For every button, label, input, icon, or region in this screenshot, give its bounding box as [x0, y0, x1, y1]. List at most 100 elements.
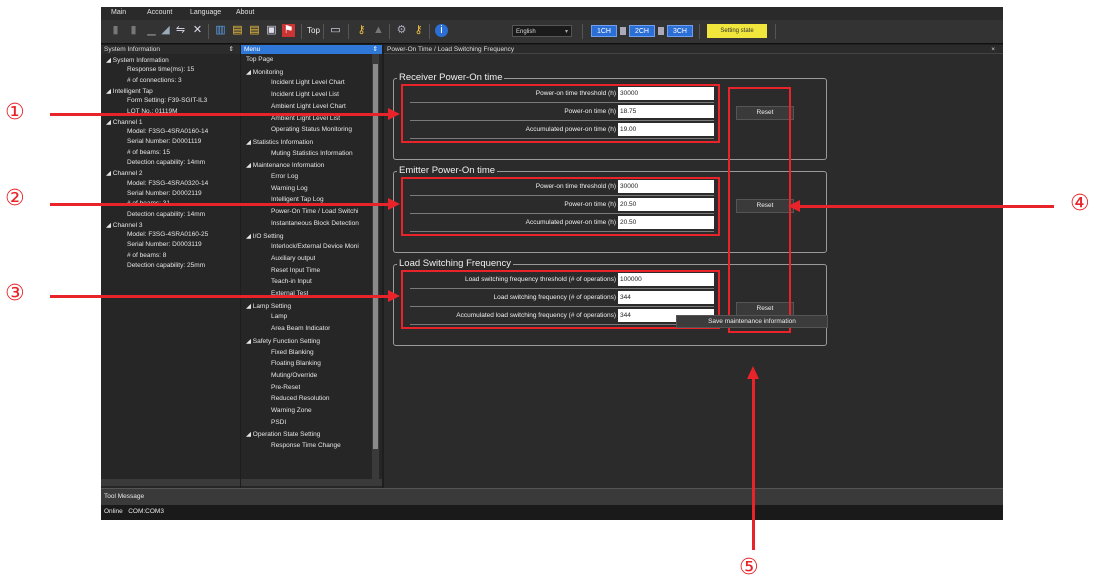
emergency-exit-icon[interactable]: ⚑	[282, 24, 295, 37]
menu-category[interactable]: ◢ Safety Function Setting	[246, 337, 320, 345]
menu-item[interactable]: Floating Blanking	[271, 360, 321, 367]
arrow-head-icon	[747, 366, 759, 379]
channel-1-button[interactable]: 1CH	[591, 25, 617, 37]
horizontal-scrollbar[interactable]	[101, 479, 240, 486]
menu-category[interactable]: ◢ Lamp Setting	[246, 302, 291, 310]
menu-category[interactable]: ◢ I/O Setting	[246, 232, 284, 240]
menu-item[interactable]: Ambient Light Level Chart	[271, 103, 346, 110]
monitor-icon[interactable]: ▭	[329, 24, 342, 37]
menu-item[interactable]: Teach-in Input	[271, 278, 312, 285]
system-info-line: Serial Number: D0003119	[127, 241, 202, 249]
arrow-head-icon	[388, 108, 400, 120]
system-info-line: ◢ Channel 2	[106, 170, 143, 178]
chevron-down-icon: ▾	[564, 29, 568, 35]
system-info-line: # of beams: 15	[127, 148, 170, 156]
menu-account[interactable]: Account	[147, 9, 172, 16]
window-icon[interactable]: ▣	[265, 24, 278, 37]
menu-item[interactable]: Reset Input Time	[271, 267, 320, 274]
arrow-head-icon	[788, 200, 800, 212]
menu-item[interactable]: Power-On Time / Load Switchi	[271, 208, 358, 215]
menu-item[interactable]: Area Beam Indicator	[271, 325, 330, 332]
menu-item[interactable]: Reduced Resolution	[271, 395, 330, 402]
menu-panel: Menu ⇕ Top Page ◢ Monitoring Incident Ligh…	[241, 45, 382, 488]
system-info-line: Detection capability: 14mm	[127, 159, 206, 166]
system-info-line: ◢ Channel 1	[106, 118, 143, 126]
system-info-line: ◢ Channel 3	[106, 221, 143, 229]
top-page-button[interactable]: Top	[307, 26, 320, 35]
scrollbar-thumb[interactable]	[373, 64, 378, 449]
channel-link-icon	[658, 27, 664, 35]
highlight-box	[401, 84, 720, 143]
connect-icon[interactable]: ◢	[159, 24, 172, 37]
menu-item[interactable]: Fixed Blanking	[271, 349, 314, 356]
menu-item[interactable]: Lamp	[271, 313, 287, 320]
document-icon[interactable]: ▤	[248, 24, 261, 37]
menu-item[interactable]: Muting/Override	[271, 372, 317, 379]
menu-category[interactable]: ◢ Monitoring	[246, 68, 283, 76]
system-info-line: Serial Number: D0001119	[127, 138, 202, 146]
callout-number: ④	[1070, 191, 1090, 216]
menu-category[interactable]: ◢ Operation State Setting	[246, 430, 320, 438]
report-icon[interactable]: ▤	[231, 24, 244, 37]
toolbar-separator	[429, 24, 430, 39]
upload-icon[interactable]: ▁	[145, 24, 158, 37]
menu-main[interactable]: Main	[111, 9, 126, 16]
system-info-line: Response time(ms): 15	[127, 66, 195, 74]
highlight-box	[401, 270, 720, 329]
chart-icon[interactable]: ▥	[214, 24, 227, 37]
toolbar-separator	[348, 24, 349, 39]
callout-number: ⑤	[739, 555, 759, 580]
menu-about[interactable]: About	[236, 9, 254, 16]
device-icon[interactable]: ⇋	[174, 24, 187, 37]
system-info-line: Serial Number: D0002119	[127, 189, 202, 197]
toolbar-separator	[208, 24, 209, 39]
menu-item[interactable]: Warning Log	[271, 185, 308, 192]
highlight-box	[401, 177, 720, 236]
info-icon[interactable]: i	[435, 24, 448, 37]
key-icon[interactable]: ⚷	[355, 24, 368, 37]
menu-item[interactable]: Warning Zone	[271, 407, 312, 414]
horizontal-scrollbar[interactable]	[241, 479, 382, 486]
channel-2-button[interactable]: 2CH	[629, 25, 655, 37]
app-window: Main Account Language About ▮ ▮ ▁ ◢ ⇋ ✕ …	[101, 7, 1003, 520]
menu-item[interactable]: Interlock/External Device Moni	[271, 243, 359, 250]
open-file-icon[interactable]: ▮	[109, 24, 122, 37]
vertical-scrollbar[interactable]	[372, 54, 379, 479]
callout-arrow-line	[50, 203, 390, 206]
pin-icon[interactable]: ⇕	[229, 45, 234, 54]
menu-item[interactable]: Instantaneous Block Detection	[271, 220, 359, 227]
group-title: Receiver Power-On time	[397, 72, 505, 83]
menu-item[interactable]: Muting Statistics Information	[271, 150, 353, 157]
setting-state-button[interactable]: Setting state	[707, 24, 767, 38]
pin-icon[interactable]: ⇕	[373, 45, 378, 54]
toolbar-separator	[582, 24, 583, 39]
language-select[interactable]: English ▾	[512, 25, 572, 37]
menu-item[interactable]: Error Log	[271, 173, 298, 180]
password-key-icon[interactable]: ⚷	[412, 24, 425, 37]
tool-message-bar: Tool Message	[101, 488, 1003, 506]
menu-item[interactable]: PSDI	[271, 419, 286, 426]
lock-icon[interactable]: ▲	[372, 24, 385, 37]
menu-item[interactable]: Incident Light Level Chart	[271, 79, 345, 86]
menu-item[interactable]: Incident Light Level List	[271, 91, 339, 98]
disconnect-icon[interactable]: ✕	[191, 24, 204, 37]
callout-number: ①	[5, 100, 25, 125]
menu-item[interactable]: Operating Status Monitoring	[271, 126, 352, 133]
menu-item[interactable]: Auxiliary output	[271, 255, 315, 262]
menu-language[interactable]: Language	[190, 9, 221, 16]
menu-category[interactable]: ◢ Maintenance Information	[246, 161, 324, 169]
system-info-line: Detection capability: 25mm	[127, 262, 206, 269]
callout-arrow-line	[752, 378, 755, 550]
system-info-line: Detection capability: 14mm	[127, 210, 206, 218]
save-file-icon[interactable]: ▮	[127, 24, 140, 37]
menu-category[interactable]: ◢ Statistics Information	[246, 138, 313, 146]
close-icon[interactable]: ×	[991, 45, 995, 54]
menu-item[interactable]: Response Time Change	[271, 442, 341, 449]
menu-item[interactable]: Pre-Reset	[271, 384, 300, 391]
save-maintenance-info-button[interactable]: Save maintenance information	[676, 315, 828, 328]
menu-item[interactable]: Top Page	[246, 56, 273, 63]
channel-3-button[interactable]: 3CH	[667, 25, 693, 37]
arrow-head-icon	[388, 198, 400, 210]
callout-arrow-line	[798, 205, 1054, 208]
settings-icon[interactable]: ⚙	[395, 24, 408, 37]
